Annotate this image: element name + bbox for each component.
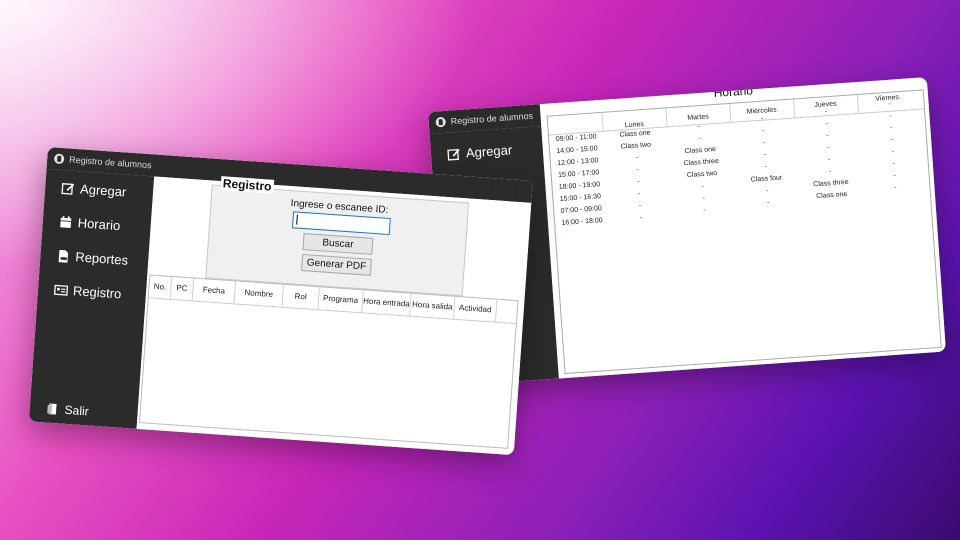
schedule-cell: - xyxy=(825,120,829,128)
time-column-header xyxy=(547,112,604,135)
schedule-cell: - xyxy=(636,178,640,186)
column-header[interactable]: No. xyxy=(148,275,173,299)
exit-label: Salir xyxy=(64,402,90,419)
attendance-table: No. PC Fecha Nombre Rol Programa Hora entrada H… xyxy=(138,274,519,449)
schedule-body: 09:00 - 11:00 Class one - - - -14:00 - 15:00 C… xyxy=(549,101,941,373)
edit-icon xyxy=(447,148,460,161)
schedule-cell: - xyxy=(701,182,705,191)
sidebar-item-label: Horario xyxy=(77,215,121,234)
id-card-icon xyxy=(53,284,69,296)
pdf-document-icon xyxy=(58,249,69,263)
column-header[interactable]: Actividad xyxy=(454,296,498,322)
time-slot: 12:00 - 13:00 xyxy=(557,157,599,168)
column-header[interactable]: Rol xyxy=(282,284,320,310)
exit-door-icon xyxy=(47,403,57,416)
registro-panel: Registro Ingrese o escanee ID: Buscar Ge… xyxy=(205,176,470,297)
window-title: Registro de alumnos xyxy=(68,154,152,171)
time-slot: 07:00 - 09:00 xyxy=(560,205,603,215)
schedule-table: Lunes Martes Miércoles Jueves Viernes 09… xyxy=(546,89,942,375)
sidebar: Agregar Horario Reportes Registro Salir xyxy=(28,168,155,429)
schedule-cell: - xyxy=(890,136,894,144)
schedule-cell: - xyxy=(827,156,831,164)
maximize-button[interactable]: □ xyxy=(485,186,492,197)
schedule-cell: - xyxy=(637,190,641,198)
column-header[interactable]: PC xyxy=(170,276,195,301)
sidebar-item-agregar[interactable]: Agregar xyxy=(61,180,127,200)
column-header[interactable]: Nombre xyxy=(234,281,284,307)
sidebar-item-label: Reportes xyxy=(74,249,129,268)
sidebar-item-reportes[interactable]: Reportes xyxy=(56,248,129,268)
close-button[interactable]: ✕ xyxy=(511,187,520,199)
schedule-cell: Class three xyxy=(813,178,849,189)
sidebar-item-label: Agregar xyxy=(79,181,127,200)
sidebar-item-registro[interactable]: Registro xyxy=(53,282,122,302)
schedule-cell: Class two xyxy=(620,141,652,151)
schedule-cell: - xyxy=(891,148,895,156)
schedule-cell: - xyxy=(638,202,642,210)
schedule-cell: - xyxy=(761,127,765,135)
app-icon xyxy=(435,116,447,128)
app-icon xyxy=(53,153,65,165)
column-header[interactable]: Programa xyxy=(318,287,364,313)
schedule-cell: - xyxy=(635,154,639,162)
schedule-cell: - xyxy=(889,124,893,132)
schedule-cell: - xyxy=(762,139,766,147)
schedule-cell: Class three xyxy=(683,157,720,168)
minimize-button[interactable]: – xyxy=(460,184,466,195)
schedule-cell: - xyxy=(639,214,643,222)
schedule-cell: Class two xyxy=(686,169,718,180)
schedule-cell: - xyxy=(892,160,896,168)
schedule-cell: - xyxy=(636,166,639,174)
registro-window: Registro de alumnos Agregar Horario Repo… xyxy=(28,147,533,456)
registro-title: Registro xyxy=(220,176,274,194)
schedule-cell: - xyxy=(765,187,769,195)
schedule-cell: - xyxy=(826,132,830,140)
sidebar-item-label: Registro xyxy=(72,283,122,302)
schedule-cell: - xyxy=(702,194,706,203)
schedule-cell: Class one xyxy=(684,146,717,156)
schedule-cell: Class four xyxy=(750,174,783,184)
edit-icon xyxy=(61,182,75,195)
time-slot: 15:00 - 16:30 xyxy=(559,193,602,204)
column-header[interactable]: Hora entrada xyxy=(362,290,412,316)
generate-pdf-button[interactable]: Generar PDF xyxy=(300,253,372,276)
sidebar-item-label: Agregar xyxy=(465,142,513,161)
schedule-cell: - xyxy=(828,168,832,176)
time-slot: 14:00 - 15:00 xyxy=(556,145,598,156)
window-title: Registro de alumnos xyxy=(450,110,534,127)
schedule-cell: - xyxy=(766,199,770,207)
day-header: Lunes xyxy=(601,108,668,131)
schedule-panel: Horario Lunes Martes Miércoles Jueves Vi… xyxy=(538,77,946,379)
main-content: – □ ✕ Registro Ingrese o escanee ID: Bus… xyxy=(136,176,532,456)
time-slot: 18:00 - 19:00 xyxy=(558,181,601,192)
column-header[interactable]: Fecha xyxy=(192,278,237,304)
schedule-cell: - xyxy=(698,135,701,143)
schedule-cell: - xyxy=(894,184,897,192)
schedule-cell: Class one xyxy=(816,190,848,201)
search-button[interactable]: Buscar xyxy=(302,233,374,255)
calendar-icon xyxy=(60,215,72,228)
column-header[interactable]: Hora salida xyxy=(410,293,456,319)
schedule-cell: - xyxy=(893,172,897,180)
schedule-cell: - xyxy=(827,144,830,152)
time-slot: 15:00 - 17:00 xyxy=(557,169,600,180)
sidebar-item-horario[interactable]: Horario xyxy=(58,214,121,233)
sidebar-item-agregar[interactable]: Agregar xyxy=(446,142,513,162)
exit-button[interactable]: Salir xyxy=(45,401,89,418)
schedule-cell: - xyxy=(763,151,767,159)
time-slot: 16:00 - 18:00 xyxy=(561,217,603,227)
schedule-cell: - xyxy=(703,206,706,215)
schedule-cell: - xyxy=(764,163,768,171)
text-cursor xyxy=(296,214,298,225)
